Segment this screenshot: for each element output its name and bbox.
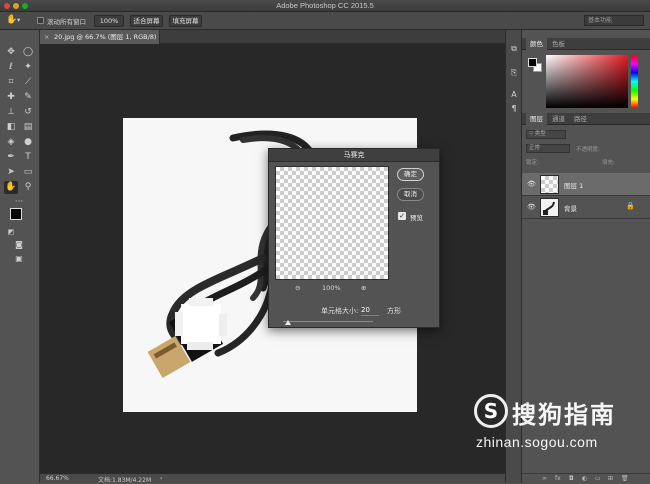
preview-checkbox[interactable]: ✓: [398, 212, 406, 220]
hand-tool-icon[interactable]: ✋: [4, 181, 18, 194]
filter-preview[interactable]: [275, 166, 389, 280]
layer-thumbnail: [540, 175, 559, 194]
workspace-select[interactable]: 基本功能: [584, 15, 644, 26]
hue-slider[interactable]: [631, 55, 638, 108]
blend-mode-select[interactable]: 正常: [526, 144, 570, 153]
cell-size-slider-knob[interactable]: [285, 320, 291, 325]
color-spectrum-field[interactable]: [546, 55, 628, 108]
magic-wand-tool-icon[interactable]: ✦: [21, 61, 35, 74]
history-brush-tool-icon[interactable]: ↺: [21, 106, 35, 119]
cell-size-slider-track[interactable]: [283, 321, 373, 322]
color-panel-tabs: 颜色 色板: [522, 38, 650, 50]
ok-button[interactable]: 确定: [397, 168, 424, 181]
zoom-tool-icon[interactable]: ⚲: [21, 181, 35, 194]
options-bar: ✋ ▾ 滚动所有窗口 100% 适合屏幕 填充屏幕 基本功能: [0, 12, 650, 30]
tab-layers[interactable]: 图层: [526, 113, 547, 125]
layers-panel-tabs: 图层 通道 路径: [522, 113, 650, 125]
add-mask-icon[interactable]: ◘: [569, 475, 574, 482]
fill-label: 填充:: [602, 160, 615, 166]
preview-zoom-value: 100%: [322, 284, 341, 292]
screen-mode-icon[interactable]: ▣: [12, 252, 26, 265]
lasso-tool-icon[interactable]: ℓ: [4, 61, 18, 74]
zoom-100-button[interactable]: 100%: [94, 15, 124, 27]
fit-screen-button[interactable]: 适合屏幕: [130, 15, 163, 27]
cancel-button[interactable]: 取消: [397, 188, 424, 201]
watermark-url: zhinan.sogou.com: [476, 434, 598, 450]
preview-label: 预览: [410, 214, 423, 222]
zoom-in-icon[interactable]: ⊕: [361, 284, 366, 292]
link-layers-icon[interactable]: ∞: [542, 475, 547, 482]
properties-panel-icon[interactable]: ⎘: [509, 68, 519, 78]
type-tool-icon[interactable]: T: [21, 151, 35, 164]
paragraph-panel-icon[interactable]: ¶: [509, 104, 519, 114]
zoom-out-icon[interactable]: ⊖: [295, 284, 300, 292]
gradient-tool-icon[interactable]: ▤: [21, 121, 35, 134]
layer-name: 图层 1: [564, 182, 584, 190]
eyedropper-tool-icon[interactable]: ⟋: [21, 76, 35, 89]
eraser-tool-icon[interactable]: ◧: [4, 121, 18, 134]
marquee-tool-icon[interactable]: ◯: [21, 46, 35, 59]
quick-mask-icon[interactable]: ◙: [12, 238, 26, 251]
layer-name: 背景: [564, 205, 577, 213]
layer-style-icon[interactable]: fx: [555, 475, 561, 482]
cell-size-label: 单元格大小:: [321, 307, 359, 315]
scroll-all-windows-checkbox[interactable]: [37, 17, 44, 24]
tab-channels[interactable]: 通道: [548, 113, 569, 125]
cell-size-input[interactable]: 20: [361, 306, 379, 316]
sogou-logo-icon: S: [474, 394, 508, 428]
foreground-color-swatch[interactable]: [10, 208, 22, 220]
unit-label: 方形: [387, 307, 401, 315]
close-tab-icon[interactable]: ×: [44, 30, 49, 44]
tools-panel: ✥ ◯ ℓ ✦ ⌗ ⟋ ✚ ✎ ⊥ ↺ ◧ ▤ ◈ ● ✒ T ➤ ▭ ✋ ⚲ …: [0, 30, 40, 483]
kind-filter-label: 类型: [534, 131, 546, 137]
tab-paths[interactable]: 路径: [570, 113, 591, 125]
mosaic-dialog: 马赛克 确定 取消 ✓ 预览 ⊖ 100% ⊕ 单元格大小: 20 方形: [268, 148, 440, 328]
hand-tool-icon[interactable]: ✋: [6, 15, 17, 25]
visibility-eye-icon[interactable]: 👁: [527, 180, 536, 188]
move-tool-icon[interactable]: ✥: [4, 46, 18, 59]
pen-tool-icon[interactable]: ✒: [4, 151, 18, 164]
new-group-icon[interactable]: ▭: [595, 475, 601, 482]
crop-tool-icon[interactable]: ⌗: [4, 76, 18, 89]
brush-tool-icon[interactable]: ✎: [21, 91, 35, 104]
dodge-tool-icon[interactable]: ●: [21, 136, 35, 149]
lock-label: 锁定:: [526, 160, 539, 166]
panel-foreground-swatch[interactable]: [528, 58, 537, 67]
window-title-bar: Adobe Photoshop CC 2015.5: [0, 0, 650, 12]
healing-brush-tool-icon[interactable]: ✚: [4, 91, 18, 104]
opacity-label: 不透明度:: [576, 147, 600, 153]
background-thumbnail: [540, 198, 559, 217]
tab-color[interactable]: 颜色: [526, 38, 547, 50]
fill-screen-button[interactable]: 填充屏幕: [169, 15, 202, 27]
character-panel-icon[interactable]: A: [509, 90, 519, 100]
tool-preset-chevron-icon[interactable]: ▾: [17, 16, 20, 24]
pixelated-mosaic-area: [175, 298, 227, 350]
preview-zoom-controls: ⊖ 100% ⊕: [275, 284, 389, 294]
scroll-all-windows-label: 滚动所有窗口: [47, 18, 86, 26]
watermark-brand: 搜狗指南: [512, 401, 616, 429]
visibility-eye-icon[interactable]: 👁: [527, 203, 536, 211]
document-tab-bar: × 20.jpg @ 66.7% (图层 1, RGB/8) *: [40, 30, 505, 55]
lock-icon: 🔒: [626, 202, 635, 210]
status-bar: 66.67% 文档:1.83M/4.22M ›: [40, 473, 505, 484]
layers-footer: ∞ fx ◘ ◐ ▭ ⊞ 🗑: [522, 473, 650, 483]
shape-tool-icon[interactable]: ▭: [21, 166, 35, 179]
new-layer-icon[interactable]: ⊞: [608, 475, 613, 482]
zoom-level[interactable]: 66.67%: [46, 475, 69, 482]
app-title: Adobe Photoshop CC 2015.5: [276, 1, 374, 10]
layer-row-background[interactable]: 👁 背景 🔒: [522, 196, 650, 219]
adjustment-layer-icon[interactable]: ◐: [582, 475, 587, 482]
layer-row-layer1[interactable]: 👁 图层 1: [522, 173, 650, 196]
document-tab[interactable]: × 20.jpg @ 66.7% (图层 1, RGB/8) *: [40, 30, 160, 55]
history-panel-icon[interactable]: ⧉: [509, 44, 519, 54]
status-menu-chevron-icon[interactable]: ›: [160, 475, 162, 482]
dialog-title: 马赛克: [269, 149, 439, 162]
layer-kind-filter[interactable]: ⚲ 类型: [526, 130, 566, 139]
clone-stamp-tool-icon[interactable]: ⊥: [4, 106, 18, 119]
delete-layer-icon[interactable]: 🗑: [621, 475, 629, 482]
path-selection-tool-icon[interactable]: ➤: [4, 166, 18, 179]
tab-swatches[interactable]: 色板: [548, 38, 569, 50]
blur-tool-icon[interactable]: ◈: [4, 136, 18, 149]
